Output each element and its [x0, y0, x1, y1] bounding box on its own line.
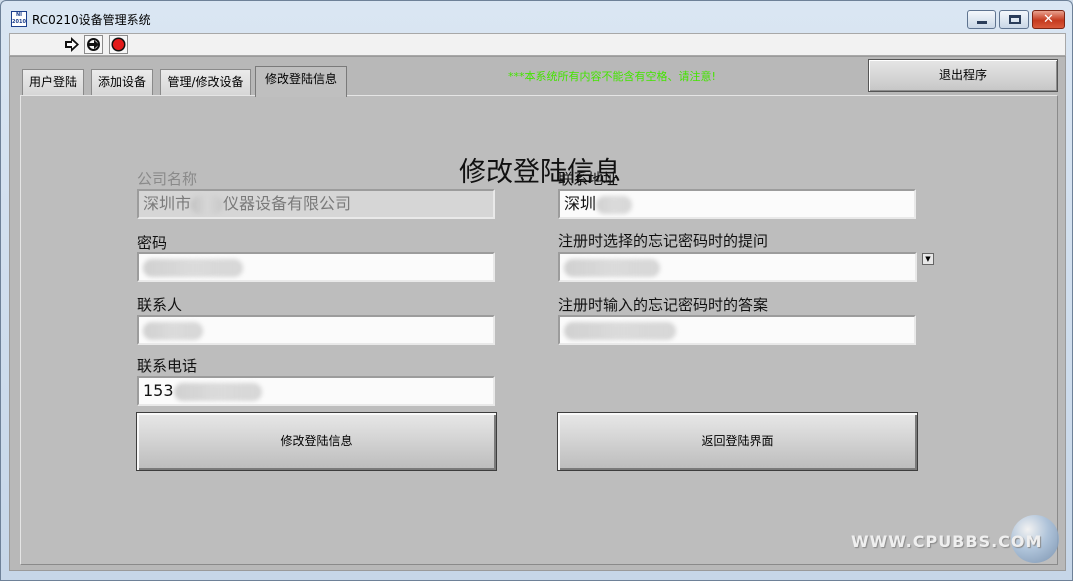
tab-modify-login-info[interactable]: 修改登陆信息 — [255, 66, 347, 97]
phone-label: 联系电话 — [137, 357, 198, 375]
company-name-prefix: 深圳市 — [143, 194, 192, 213]
maximize-button[interactable] — [999, 10, 1029, 29]
redacted-blur — [173, 382, 262, 401]
window-title: RC0210设备管理系统 — [32, 13, 151, 27]
title-bar[interactable]: NI 2010 RC0210设备管理系统 ✕ — [1, 1, 1072, 33]
phone-field[interactable]: 153 — [137, 376, 495, 406]
security-question-ring[interactable] — [558, 252, 917, 282]
close-icon: ✕ — [1043, 12, 1054, 27]
company-name-label: 公司名称 — [137, 170, 198, 188]
security-question-label: 注册时选择的忘记密码时的提问 — [558, 232, 769, 250]
password-label: 密码 — [137, 234, 168, 252]
toolbar — [9, 33, 1066, 56]
security-answer-label: 注册时输入的忘记密码时的答案 — [558, 296, 769, 314]
contact-person-label: 联系人 — [137, 296, 183, 314]
back-to-login-button[interactable]: 返回登陆界面 — [557, 412, 918, 471]
maximize-icon — [1009, 15, 1021, 24]
redacted-blur — [143, 258, 243, 277]
run-continuously-icon[interactable] — [84, 35, 103, 54]
exit-program-button[interactable]: 退出程序 — [868, 59, 1058, 92]
tab-manage-device[interactable]: 管理/修改设备 — [160, 69, 251, 95]
redacted-blur — [564, 321, 676, 340]
app-icon: NI 2010 — [11, 11, 27, 27]
redacted-blur — [564, 258, 660, 277]
tab-content: 修改登陆信息 公司名称 深圳市 仪器设备有限公司 密码 联系人 联系电话 153 … — [20, 95, 1058, 565]
minimize-button[interactable] — [967, 10, 996, 29]
tab-user-login[interactable]: 用户登陆 — [22, 69, 84, 95]
company-name-field: 深圳市 仪器设备有限公司 — [137, 189, 495, 219]
minimize-icon — [977, 21, 987, 24]
tab-add-device[interactable]: 添加设备 — [91, 69, 153, 95]
password-field[interactable] — [137, 252, 495, 282]
address-label: 联系地址 — [558, 170, 619, 188]
dropdown-arrow-icon[interactable]: ▼ — [922, 253, 934, 265]
front-panel: 用户登陆 添加设备 管理/修改设备 修改登陆信息 ***本系统所有内容不能含有空… — [9, 56, 1066, 571]
close-button[interactable]: ✕ — [1032, 10, 1065, 29]
app-window: NI 2010 RC0210设备管理系统 ✕ 用户登陆 添加设备 管理/修改设备 … — [0, 0, 1073, 581]
redacted-blur — [191, 195, 224, 214]
address-field[interactable]: 深圳 — [558, 189, 916, 219]
redacted-blur — [596, 195, 633, 214]
watermark-text: WWW.CPUBBS.COM — [851, 532, 1043, 551]
company-name-suffix: 仪器设备有限公司 — [223, 194, 352, 213]
modify-login-info-button[interactable]: 修改登陆信息 — [136, 412, 497, 471]
security-answer-field[interactable] — [558, 315, 916, 345]
abort-stop-icon[interactable] — [109, 35, 128, 54]
warning-message: ***本系统所有内容不能含有空格、请注意! — [508, 70, 716, 83]
contact-person-field[interactable] — [137, 315, 495, 345]
run-arrow-icon[interactable] — [62, 35, 81, 54]
redacted-blur — [143, 321, 203, 340]
